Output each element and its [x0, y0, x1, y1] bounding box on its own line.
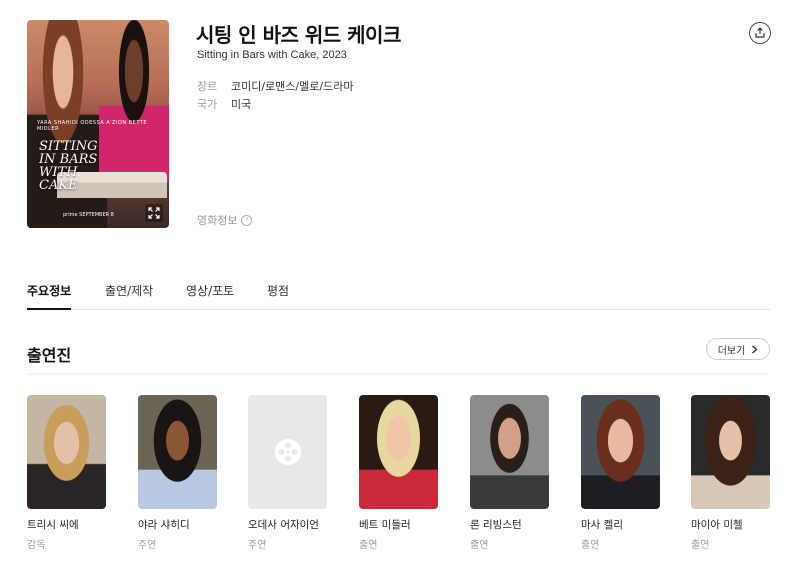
movie-poster[interactable]: YARA SHAHIDI ODESSA A'ZION BETTE MIDLER … — [27, 20, 169, 228]
cast-photo — [359, 395, 438, 509]
cast-name: 트리시 씨에 — [27, 519, 79, 531]
cast-photo-placeholder — [248, 395, 327, 509]
cast-name: 마이아 미첼 — [691, 519, 743, 531]
movie-info-link[interactable]: 영화정보 ! — [197, 212, 253, 228]
country-label: 국가 — [197, 98, 218, 111]
tab-cast-crew[interactable]: 출연/제작 — [105, 282, 153, 310]
tab-main-info[interactable]: 주요정보 — [27, 282, 72, 310]
expand-icon[interactable] — [145, 204, 163, 222]
cast-photo — [581, 395, 660, 509]
cast-role: 감독 — [27, 540, 46, 551]
cast-card[interactable]: 마이아 미첼 출연 — [691, 395, 770, 551]
cast-name: 야라 샤히디 — [138, 519, 190, 531]
share-button[interactable] — [749, 22, 771, 44]
cast-role: 주연 — [138, 540, 157, 551]
cast-name: 베트 미들러 — [359, 519, 411, 531]
genre-value: 코미디/로맨스/멜로/드라마 — [231, 80, 354, 93]
movie-info-label: 영화정보 — [197, 214, 238, 227]
movie-subtitle: Sitting in Bars with Cake, 2023 — [197, 49, 347, 61]
info-icon: ! — [241, 214, 253, 226]
section-divider — [27, 374, 770, 375]
cast-role: 출연 — [470, 540, 489, 551]
cast-photo — [691, 395, 770, 509]
cast-name: 마사 켈리 — [581, 519, 623, 531]
more-button-label: 더보기 — [717, 345, 746, 357]
genre-row: 장르 코미디/로맨스/멜로/드라마 — [197, 78, 353, 94]
film-reel-icon — [274, 439, 301, 465]
cast-photo — [27, 395, 106, 509]
country-value: 미국 — [231, 98, 252, 111]
poster-figure-right — [99, 20, 169, 190]
tab-video-photo[interactable]: 영상/포토 — [186, 282, 234, 310]
poster-bottom-text: prime SEPTEMBER 8 — [63, 212, 114, 218]
movie-title: 시팅 인 바즈 위드 케이크 — [196, 23, 401, 47]
tab-bar: 주요정보 출연/제작 영상/포토 평점 — [27, 282, 770, 310]
cast-card[interactable]: 론 리빙스턴 출연 — [470, 395, 549, 551]
cast-name: 론 리빙스턴 — [470, 519, 522, 531]
genre-label: 장르 — [197, 80, 218, 93]
cast-role: 출연 — [359, 540, 378, 551]
cast-card[interactable]: 오데사 어자이언 주연 — [248, 395, 327, 551]
tab-ratings[interactable]: 평점 — [267, 282, 289, 310]
more-button[interactable]: 더보기 — [706, 338, 770, 360]
country-row: 국가 미국 — [197, 96, 251, 112]
chevron-right-icon — [752, 344, 758, 354]
cast-card[interactable]: 베트 미들러 출연 — [359, 395, 438, 551]
poster-credits: YARA SHAHIDI ODESSA A'ZION BETTE MIDLER — [37, 120, 147, 132]
poster-title: SITTING IN BARS WITH CAKE — [39, 139, 98, 193]
cast-role: 주연 — [248, 540, 267, 551]
share-icon — [755, 27, 765, 38]
cast-card[interactable]: 마사 켈리 출연 — [581, 395, 660, 551]
cast-photo — [138, 395, 217, 509]
cast-role: 출연 — [581, 540, 600, 551]
cast-card[interactable]: 트리시 씨에 감독 — [27, 395, 106, 551]
cast-name: 오데사 어자이언 — [248, 519, 319, 531]
cast-photo — [470, 395, 549, 509]
cast-section-title: 출연진 — [27, 346, 72, 365]
cast-card[interactable]: 야라 샤히디 주연 — [138, 395, 217, 551]
cast-role: 출연 — [691, 540, 710, 551]
